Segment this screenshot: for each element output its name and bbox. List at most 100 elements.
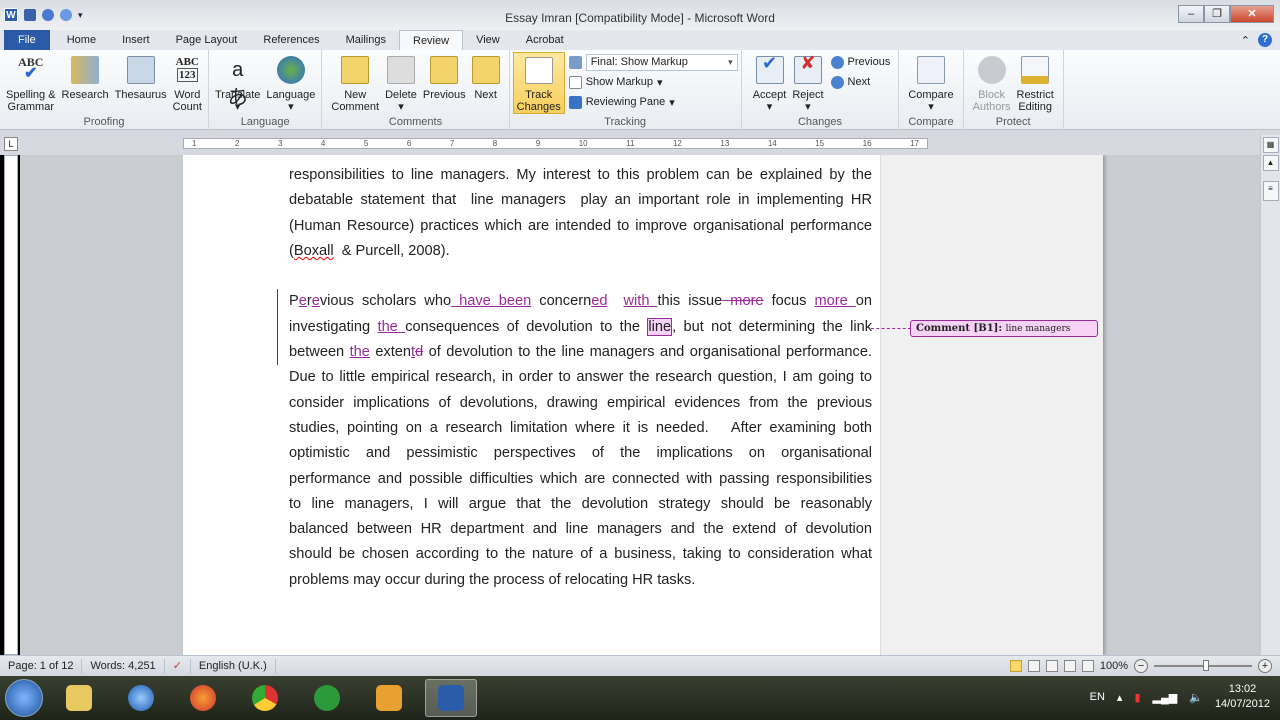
view-ruler-icon[interactable]: ▦ <box>1262 137 1279 153</box>
zoom-level[interactable]: 100% <box>1100 660 1128 672</box>
previous-comment-icon <box>430 56 459 84</box>
show-markup-icon <box>568 75 582 89</box>
taskbar-network-app[interactable] <box>363 679 415 717</box>
zoom-slider[interactable] <box>1154 660 1252 671</box>
show-hidden-icons[interactable]: ▴ <box>1117 691 1123 704</box>
zoom-in-button[interactable]: + <box>1258 659 1272 673</box>
reviewing-pane-button[interactable]: Reviewing Pane ▾ <box>568 92 738 112</box>
document-page[interactable]: responsibilities to line managers. My in… <box>183 155 1103 655</box>
zoom-slider-thumb[interactable] <box>1203 660 1209 671</box>
volume-icon[interactable]: 🔈 <box>1189 691 1203 704</box>
label: Previous <box>847 56 891 68</box>
help-icon[interactable]: ? <box>1258 33 1272 47</box>
ruler-bar: L 1 2 3 4 5 6 7 8 9 10 11 12 13 14 15 16 17 <box>0 130 1280 155</box>
label: Reviewing Pane <box>585 96 666 108</box>
ruler-tick: 2 <box>234 139 240 148</box>
label: New <box>344 89 367 101</box>
tab-references[interactable]: References <box>250 30 332 50</box>
power-icon[interactable]: ▮ <box>1134 691 1140 704</box>
text-run: of devolution to the line managers and o… <box>423 344 872 361</box>
close-button[interactable]: ✕ <box>1230 5 1274 23</box>
tab-mailings[interactable]: Mailings <box>333 30 399 50</box>
draft-view-icon[interactable] <box>1081 660 1094 672</box>
clock[interactable]: 13:02 14/07/2012 <box>1215 682 1270 712</box>
text-run: , but not determining the link <box>672 318 872 335</box>
previous-change-button[interactable]: Previous <box>830 52 891 72</box>
display-for-review-icon <box>568 55 582 69</box>
input-language[interactable]: EN <box>1090 691 1105 703</box>
vertical-ruler[interactable] <box>4 155 18 655</box>
label: Word <box>174 89 201 101</box>
label: Authors <box>972 101 1011 113</box>
tab-selector[interactable]: L <box>4 137 18 151</box>
network-signal-icon[interactable]: ▂▄▆ <box>1153 691 1178 704</box>
taskbar-firefox[interactable] <box>177 679 229 717</box>
text-run: optimistic and pessimistic perspectives … <box>289 445 872 462</box>
outline-view-icon[interactable] <box>1063 660 1076 672</box>
comment-connector <box>871 328 911 329</box>
text-run: vious scholars who <box>319 293 452 310</box>
tab-view[interactable]: View <box>463 30 513 50</box>
paragraph[interactable]: Perevious scholars who have been concern… <box>277 289 872 593</box>
tab-home[interactable]: Home <box>54 30 109 50</box>
full-screen-reading-icon[interactable] <box>1027 660 1040 672</box>
label: Previous <box>422 89 466 101</box>
dropdown-arrow: ▾ <box>398 101 404 113</box>
minimize-ribbon-icon[interactable]: ⌃ <box>1241 34 1250 47</box>
zoom-out-button[interactable]: − <box>1134 659 1148 673</box>
ruler-tick: 13 <box>720 139 730 148</box>
comment-balloon[interactable]: Comment [B1]: line managers <box>910 320 1098 337</box>
label: Changes <box>516 101 561 113</box>
utorrent-icon <box>314 685 340 711</box>
translate-icon: aあ <box>227 59 248 109</box>
scroll-thumb[interactable]: ≡ <box>1262 181 1279 201</box>
spelling-status-icon[interactable]: ✓ <box>165 658 191 674</box>
ruler-tick: 6 <box>406 139 412 148</box>
minimize-button[interactable]: – <box>1178 5 1204 23</box>
taskbar-explorer[interactable] <box>53 679 105 717</box>
compare-icon <box>916 56 945 84</box>
document-body[interactable]: responsibilities to line managers. My in… <box>277 163 872 618</box>
taskbar-utorrent[interactable] <box>301 679 353 717</box>
display-for-review-dropdown[interactable]: Final: Show Markup <box>585 53 738 71</box>
text-line: optimistic and pessimistic perspectives … <box>289 441 872 466</box>
tab-acrobat[interactable]: Acrobat <box>513 30 577 50</box>
taskbar-word[interactable] <box>425 679 477 717</box>
text-run: to line managers, I will argue that the … <box>289 495 872 512</box>
tab-file[interactable]: File <box>4 30 50 50</box>
track-changes-button[interactable]: Track Changes <box>512 52 565 114</box>
language-status[interactable]: English (U.K.) <box>191 658 276 674</box>
tab-page-layout[interactable]: Page Layout <box>163 30 251 50</box>
next-change-button[interactable]: Next <box>830 72 891 92</box>
restore-button[interactable]: ❐ <box>1204 5 1230 23</box>
ruler-tick: 11 <box>626 139 635 148</box>
taskbar-chrome[interactable] <box>239 679 291 717</box>
window-title: Essay Imran [Compatibility Mode] - Micro… <box>505 11 775 25</box>
label: Next <box>847 76 871 88</box>
show-markup-button[interactable]: Show Markup ▾ <box>568 72 738 92</box>
text-line: between the extentd of devolution to the… <box>289 340 872 365</box>
system-tray: EN ▴ ▮ ▂▄▆ 🔈 13:02 14/07/2012 <box>1090 682 1270 712</box>
vertical-scrollbar[interactable]: ▦ ▲ ≡ <box>1260 135 1280 655</box>
word-count[interactable]: Words: 4,251 <box>82 658 165 674</box>
start-button[interactable] <box>5 679 43 717</box>
firefox-icon <box>190 685 216 711</box>
tab-insert[interactable]: Insert <box>109 30 163 50</box>
123-label: 123 <box>177 68 198 82</box>
scroll-up-arrow[interactable]: ▲ <box>1262 155 1279 171</box>
group-language: aあ Translate ▾ Language ▾ Language <box>209 50 323 130</box>
text-run: performance and possible difficulties wh… <box>289 470 872 487</box>
tab-review[interactable]: Review <box>399 30 464 50</box>
horizontal-ruler[interactable]: 1 2 3 4 5 6 7 8 9 10 11 12 13 14 15 16 17 <box>183 138 928 149</box>
deleted-text: d <box>415 344 424 361</box>
inserted-text: e <box>298 293 307 310</box>
globe-icon <box>276 56 305 84</box>
web-layout-icon[interactable] <box>1045 660 1058 672</box>
paragraph[interactable]: responsibilities to line managers. My in… <box>289 163 872 264</box>
page-count[interactable]: Page: 1 of 12 <box>0 658 83 674</box>
print-layout-view-icon[interactable] <box>1009 660 1022 672</box>
text-run: & Purcell, 2008). <box>333 242 450 259</box>
taskbar-itunes[interactable] <box>115 679 167 717</box>
comment-label: Comment [B1]: <box>916 323 1003 334</box>
date: 14/07/2012 <box>1214 698 1270 710</box>
